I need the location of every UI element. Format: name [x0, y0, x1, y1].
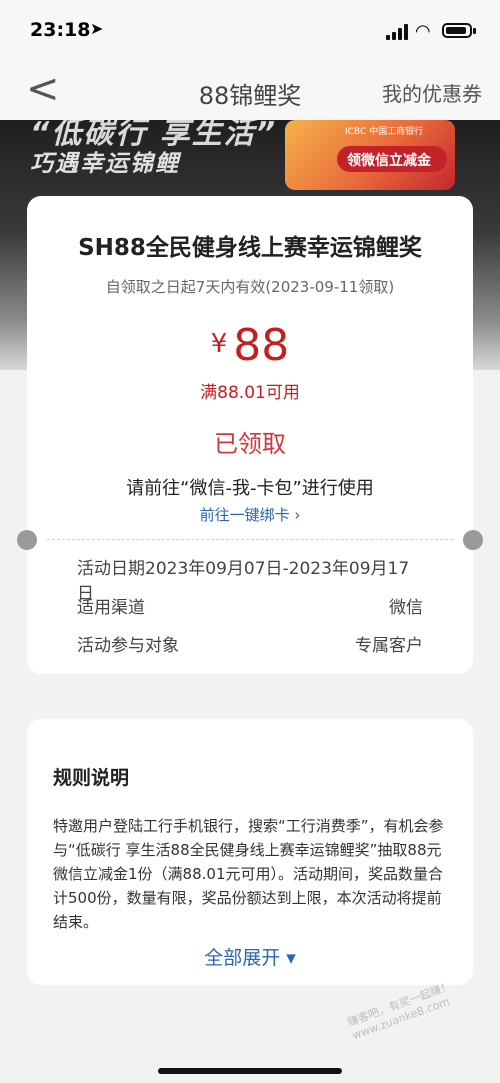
wifi-icon: ◠ [415, 21, 431, 42]
amount-value: 88 [233, 320, 290, 371]
status-bar: 23:18 ➤ ◠ [0, 0, 500, 62]
cellular-signal-icon [386, 24, 410, 40]
ticket-notch-right [463, 530, 483, 550]
my-coupons-link[interactable]: 我的优惠券 [382, 78, 482, 107]
expand-all-button[interactable]: 全部展开 ▾ [27, 943, 473, 970]
detail-value: 微信 [389, 598, 423, 618]
coupon-title: SH88全民健身线上赛幸运锦鲤奖 [78, 235, 422, 261]
detail-value: 专属客户 [355, 636, 423, 656]
bind-card-link[interactable]: 前往一键绑卡 › [27, 504, 473, 525]
bank-logo-text: ICBC 中国工商银行 [345, 127, 424, 137]
min-spend: 满88.01可用 [200, 383, 300, 403]
detail-label: 适用渠道 [77, 598, 145, 618]
rules-text: 特邀用户登陆工行手机银行，搜索“工行消费季”，有机会参与“低碳行 享生活88全民… [53, 817, 444, 931]
coupon-amount: ¥88 [27, 320, 473, 371]
claim-status: 已领取 [214, 430, 286, 458]
rules-card: 规则说明 特邀用户登陆工行手机银行，搜索“工行消费季”，有机会参与“低碳行 享生… [27, 719, 473, 985]
detail-label: 活动参与对象 [77, 636, 179, 656]
usage-hint: 请前往“微信-我-卡包”进行使用 [126, 478, 374, 499]
banner-subheadline: 巧遇幸运锦鲤 [30, 151, 180, 177]
coupon-validity: 自领取之日起7天内有效(2023-09-11领取) [105, 278, 395, 296]
navigation-bar: < 88锦鲤奖 我的优惠券 [0, 62, 500, 120]
ticket-notch-left [17, 530, 37, 550]
rules-title: 规则说明 [53, 767, 130, 789]
battery-icon [442, 23, 476, 38]
dashed-divider [47, 539, 453, 540]
banner-promo-graphic: ICBC 中国工商银行 领微信立减金 [285, 120, 455, 190]
currency-symbol: ¥ [210, 329, 228, 359]
coupon-card: SH88全民健身线上赛幸运锦鲤奖 自领取之日起7天内有效(2023-09-11领… [17, 196, 483, 674]
home-indicator[interactable] [158, 1068, 342, 1074]
location-arrow-icon: ➤ [90, 19, 104, 38]
status-time: 23:18 [30, 19, 91, 41]
promo-pill-label: 领微信立减金 [347, 153, 431, 169]
